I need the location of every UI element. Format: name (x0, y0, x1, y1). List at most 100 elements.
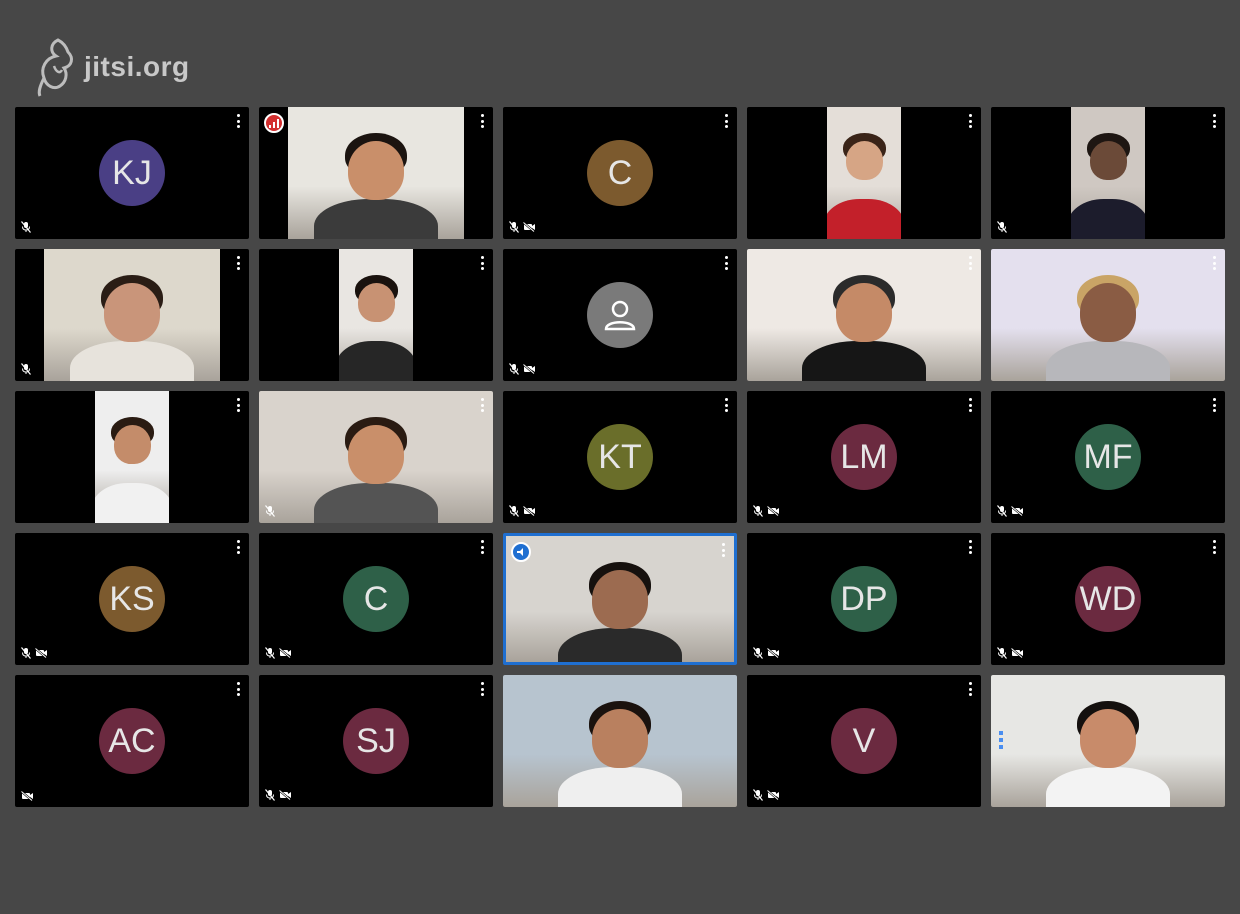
status-indicators (21, 647, 48, 659)
participant-tile[interactable] (259, 249, 493, 381)
participant-tile[interactable] (747, 107, 981, 239)
participant-tile[interactable]: KJ (15, 107, 249, 239)
participant-video (288, 107, 464, 239)
status-indicators (997, 221, 1007, 233)
person-face (845, 141, 883, 180)
participant-tile[interactable]: LM (747, 391, 981, 523)
more-options-icon[interactable] (718, 543, 728, 557)
person-face (1089, 141, 1127, 180)
camera-off-icon (1011, 648, 1023, 658)
participant-tile[interactable]: DP (747, 533, 981, 665)
participant-tile[interactable] (503, 533, 737, 665)
participant-avatar: C (587, 140, 653, 206)
more-options-icon[interactable] (965, 398, 975, 412)
participant-video (1071, 107, 1145, 239)
participant-tile[interactable]: C (259, 533, 493, 665)
more-options-icon[interactable] (965, 114, 975, 128)
participant-tile[interactable]: WD (991, 533, 1225, 665)
participant-tile[interactable]: KT (503, 391, 737, 523)
status-indicators (997, 647, 1024, 659)
participant-avatar: V (831, 708, 897, 774)
connection-indicator-icon[interactable] (264, 113, 284, 133)
camera-off-icon (21, 791, 33, 801)
more-options-icon[interactable] (233, 256, 243, 270)
more-options-icon[interactable] (477, 256, 487, 270)
participant-tile[interactable] (259, 391, 493, 523)
more-options-icon[interactable] (233, 540, 243, 554)
camera-off-icon (767, 790, 779, 800)
participant-tile[interactable] (747, 249, 981, 381)
more-options-icon[interactable] (1209, 398, 1219, 412)
participant-tile[interactable]: V (747, 675, 981, 807)
status-indicators (21, 791, 34, 801)
participant-tile[interactable] (991, 249, 1225, 381)
participant-tile[interactable] (503, 249, 737, 381)
more-options-icon[interactable] (965, 540, 975, 554)
person-body (1046, 767, 1170, 807)
mic-muted-icon (509, 221, 519, 233)
participant-avatar: KS (99, 566, 165, 632)
person-body (1071, 199, 1145, 239)
more-options-icon[interactable] (233, 398, 243, 412)
participant-tile[interactable]: C (503, 107, 737, 239)
participant-tile[interactable] (259, 107, 493, 239)
participant-tile[interactable] (15, 391, 249, 523)
more-options-icon[interactable] (965, 256, 975, 270)
participant-avatar: LM (831, 424, 897, 490)
mic-muted-icon (21, 647, 31, 659)
more-options-icon[interactable] (721, 256, 731, 270)
more-options-icon[interactable] (233, 114, 243, 128)
participant-avatar: KT (587, 424, 653, 490)
person-body (558, 628, 682, 662)
mic-muted-icon (753, 505, 763, 517)
participant-tile[interactable]: SJ (259, 675, 493, 807)
status-indicators (509, 221, 536, 233)
more-options-icon[interactable] (1209, 114, 1219, 128)
status-indicators (753, 647, 780, 659)
person-body (802, 341, 926, 381)
participant-tile[interactable] (991, 107, 1225, 239)
more-options-icon[interactable] (477, 540, 487, 554)
participant-tile[interactable] (15, 249, 249, 381)
participant-tile[interactable]: KS (15, 533, 249, 665)
camera-off-icon (767, 506, 779, 516)
more-options-icon[interactable] (233, 682, 243, 696)
status-indicators (265, 505, 275, 517)
person-face (348, 425, 404, 484)
more-options-icon[interactable] (477, 114, 487, 128)
participant-tile[interactable] (503, 675, 737, 807)
more-options-icon[interactable] (1209, 256, 1219, 270)
status-indicators (753, 505, 780, 517)
participant-avatar: DP (831, 566, 897, 632)
more-options-icon[interactable] (721, 398, 731, 412)
participant-avatar: SJ (343, 708, 409, 774)
jitsi-logo[interactable]: jitsi.org (36, 36, 190, 98)
mic-muted-icon (997, 647, 1007, 659)
local-video-menu-icon[interactable] (999, 731, 1003, 749)
person-face (836, 283, 892, 342)
mic-muted-icon (21, 221, 31, 233)
participant-avatar: C (343, 566, 409, 632)
person-body (558, 767, 682, 807)
participant-tile[interactable] (991, 675, 1225, 807)
participant-tile[interactable]: AC (15, 675, 249, 807)
status-indicators (265, 789, 292, 801)
mic-muted-icon (21, 363, 31, 375)
mic-muted-icon (753, 789, 763, 801)
more-options-icon[interactable] (965, 682, 975, 696)
person-face (592, 709, 648, 768)
dominant-speaker-icon (511, 542, 531, 562)
person-face (357, 283, 395, 322)
person-body (314, 199, 438, 239)
status-indicators (21, 221, 31, 233)
more-options-icon[interactable] (1209, 540, 1219, 554)
more-options-icon[interactable] (721, 114, 731, 128)
participant-video (506, 536, 734, 662)
status-indicators (509, 363, 536, 375)
more-options-icon[interactable] (477, 398, 487, 412)
jitsi-logo-icon (37, 38, 73, 97)
person-face (592, 570, 648, 629)
camera-off-icon (767, 648, 779, 658)
participant-tile[interactable]: MF (991, 391, 1225, 523)
more-options-icon[interactable] (477, 682, 487, 696)
